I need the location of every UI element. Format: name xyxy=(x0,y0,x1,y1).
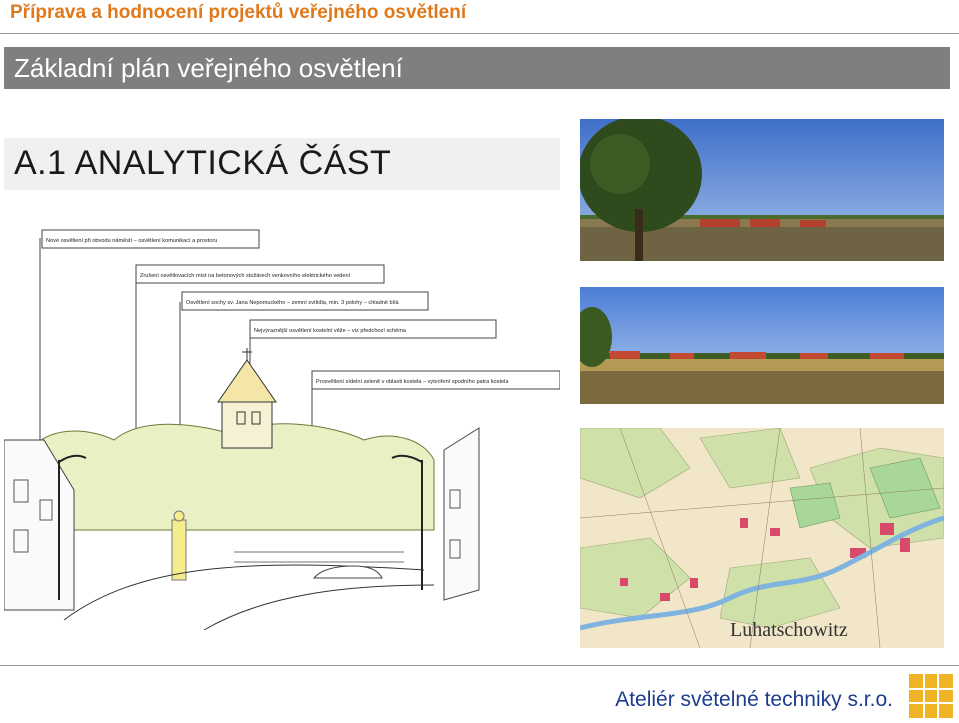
presentation-title: Příprava a hodnocení projektů veřejného … xyxy=(10,2,467,23)
slide-subtitle: Základní plán veřejného osvětlení xyxy=(14,53,403,83)
annotation-tower-lighting: Nejvýraznější osvětlení kostelní věže – … xyxy=(254,328,407,334)
field-panorama-photo xyxy=(580,287,944,404)
annotation-statue-lighting: Osvětlení sochy sv. Jana Nepomuckého – z… xyxy=(186,300,399,306)
annotation-remove-poles: Zrušení osvětlovacích míst na betonových… xyxy=(140,273,351,279)
village-sketch-illustration: Nové osvětlení při obvodu náměstí – osvě… xyxy=(3,200,561,631)
annotation-greenery-lighting: Prosvětlení sídelní zeleně v oblasti kos… xyxy=(316,379,509,385)
annotation-new-lighting: Nové osvětlení při obvodu náměstí – osvě… xyxy=(46,238,217,244)
footer-divider xyxy=(0,665,959,666)
subtitle-bar: Základní plán veřejného osvětlení xyxy=(4,47,950,89)
historic-cadastral-map: Luhatschowitz xyxy=(580,428,944,648)
company-logo xyxy=(909,674,953,718)
landscape-photo-tree xyxy=(580,119,944,261)
sketch-drawing xyxy=(3,348,480,631)
company-name: Ateliér světelné techniky s.r.o. xyxy=(615,688,893,711)
section-heading-band: A.1 ANALYTICKÁ ČÁST xyxy=(4,138,560,190)
header-divider xyxy=(0,33,959,34)
map-place-label: Luhatschowitz xyxy=(730,619,848,641)
section-title: A.1 ANALYTICKÁ ČÁST xyxy=(14,144,392,182)
